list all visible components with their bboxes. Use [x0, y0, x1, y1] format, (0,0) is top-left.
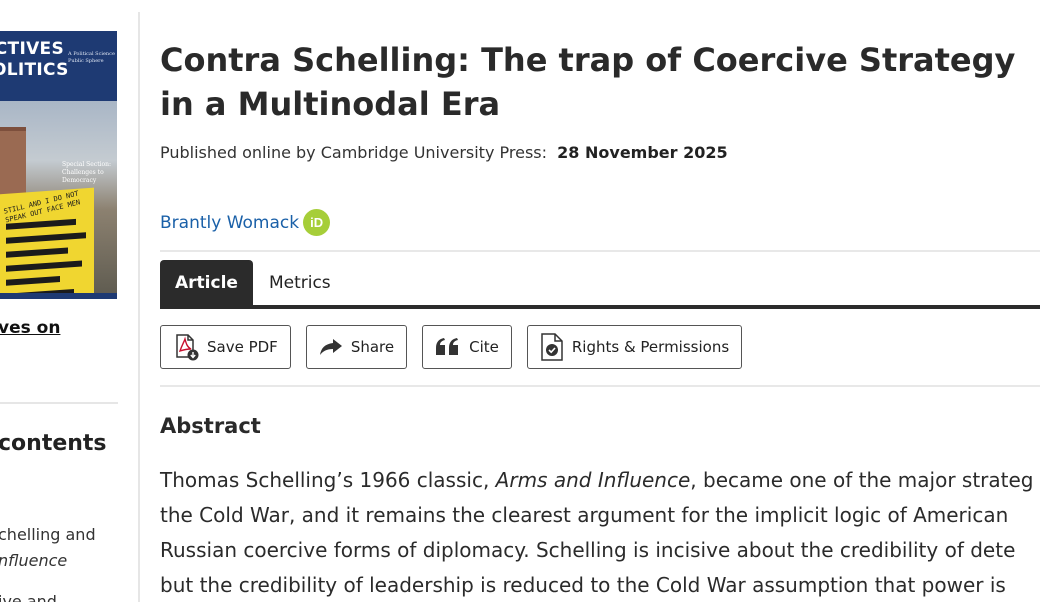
article-toolbar: Save PDF Share Cite Rights & Permissions: [160, 325, 757, 369]
cite-button[interactable]: Cite: [422, 325, 512, 369]
save-pdf-button[interactable]: Save PDF: [160, 325, 291, 369]
share-arrow-icon: [319, 339, 342, 355]
abstract-text: Thomas Schelling’s 1966 classic, Arms an…: [160, 463, 1040, 603]
cover-special-section: Special Section: Challenges to Democracy: [62, 161, 112, 184]
cover-building: [0, 127, 26, 201]
sidebar-separator: [138, 12, 140, 602]
author-link[interactable]: Brantly Womack: [160, 213, 299, 233]
author-row: Brantly Womack iD: [160, 209, 331, 236]
toc-item-line-italic: nfluence: [0, 551, 68, 570]
sidebar-divider: [0, 402, 118, 404]
abstract-line: Thomas Schelling’s 1966 classic, Arms an…: [160, 468, 1034, 492]
abstract-line: Russian coercive forms of diplomacy. Sch…: [160, 538, 1016, 562]
sidebar: CTIVES OLITICS A Political Science Publi…: [0, 0, 138, 602]
journal-cover-image[interactable]: CTIVES OLITICS A Political Science Publi…: [0, 31, 117, 299]
toc-item[interactable]: chelling and nfluence: [0, 522, 96, 574]
cover-protest-sign: STILL AND I DO NOT SPEAK OUT FACE MEN: [0, 187, 94, 299]
cover-tagline: A Political Science Public Sphere: [68, 51, 115, 64]
orcid-icon[interactable]: iD: [303, 209, 331, 236]
divider: [160, 385, 1040, 387]
toc-item-line: ive and: [0, 592, 57, 602]
tab-article[interactable]: Article: [160, 260, 253, 306]
rights-label: Rights & Permissions: [571, 338, 730, 356]
published-date: 28 November 2025: [557, 143, 728, 162]
save-pdf-label: Save PDF: [207, 338, 278, 356]
article-main: Contra Schelling: The trap of Coercive S…: [160, 0, 1040, 602]
quote-icon: [436, 338, 459, 355]
journal-title-link[interactable]: ves on: [0, 318, 60, 338]
toc-heading: contents: [0, 431, 107, 456]
share-label: Share: [350, 338, 395, 356]
abstract-line: the Cold War, and it remains the cleares…: [160, 503, 1009, 527]
article-tabs: Article Metrics: [160, 260, 347, 306]
book-title: Arms and Influence: [495, 468, 691, 492]
divider: [160, 250, 1040, 252]
abstract-line: but the credibility of leadership is red…: [160, 573, 1006, 597]
publication-info: Published online by Cambridge University…: [160, 143, 728, 162]
cover-title-line2: OLITICS: [0, 60, 69, 80]
published-prefix: Published online by Cambridge University…: [160, 143, 547, 162]
toc-item-line: chelling and: [0, 525, 96, 544]
pdf-download-icon: [176, 334, 199, 361]
share-button[interactable]: Share: [305, 325, 408, 369]
toc-item[interactable]: ive and: [0, 589, 57, 602]
document-check-icon: [541, 333, 563, 361]
cover-sign-text: STILL AND I DO NOT SPEAK OUT FACE MEN: [3, 189, 81, 225]
article-title: Contra Schelling: The trap of Coercive S…: [160, 41, 1016, 123]
cover-footer-strip: [0, 293, 117, 299]
abstract-heading: Abstract: [160, 414, 261, 438]
rights-permissions-button[interactable]: Rights & Permissions: [526, 325, 743, 369]
tab-underline: [160, 305, 1040, 309]
cover-photo: Special Section: Challenges to Democracy…: [0, 101, 117, 299]
cover-header: CTIVES OLITICS A Political Science Publi…: [0, 31, 117, 101]
cover-title-line1: CTIVES: [0, 39, 64, 59]
cover-title: CTIVES OLITICS: [0, 39, 69, 81]
cite-label: Cite: [469, 338, 499, 356]
tab-metrics[interactable]: Metrics: [253, 260, 347, 306]
